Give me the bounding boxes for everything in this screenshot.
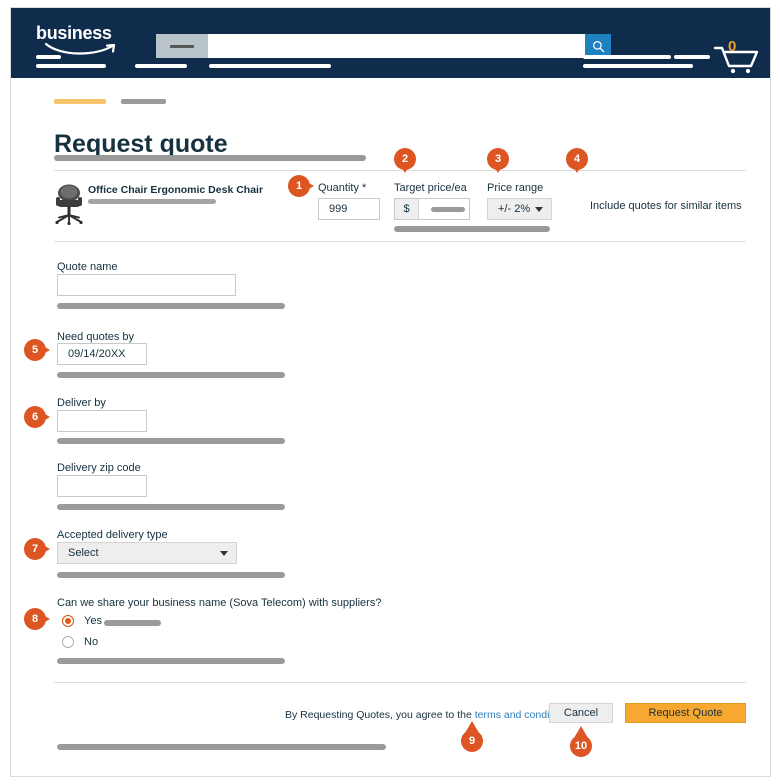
target-price-input[interactable]: $: [394, 198, 470, 220]
radio-no-icon[interactable]: [62, 636, 74, 648]
breadcrumb-inactive[interactable]: [121, 99, 166, 104]
price-range-label: Price range: [487, 182, 544, 194]
nav-placeholder-menu-1[interactable]: [135, 64, 187, 68]
nav-placeholder-menu-2[interactable]: [209, 64, 331, 68]
request-quote-button[interactable]: Request Quote: [625, 703, 746, 723]
chevron-down-icon: [535, 206, 543, 212]
nav-placeholder-orders[interactable]: [674, 55, 710, 59]
callout-number-3: 3: [487, 148, 509, 170]
nav-placeholder-logo-1: [36, 55, 61, 59]
chevron-down-icon-delivery: [220, 550, 228, 556]
delivery-type-helper-placeholder: [57, 572, 285, 578]
terms-agreement-text: By Requesting Quotes, you agree to the t…: [285, 709, 572, 721]
radio-yes-placeholder: [104, 620, 161, 626]
callout-number-10: 10: [570, 735, 592, 757]
target-price-placeholder: [431, 206, 465, 212]
divider-footer: [54, 682, 746, 683]
cancel-button[interactable]: Cancel: [549, 703, 613, 723]
search-category-dropdown[interactable]: [156, 34, 208, 58]
currency-prefix: $: [395, 199, 419, 219]
product-meta-placeholder: [88, 199, 216, 204]
price-range-select[interactable]: +/- 2%: [487, 198, 552, 220]
quote-name-helper-placeholder: [57, 303, 285, 309]
site-header: business 0: [11, 8, 770, 78]
radio-yes-label: Yes: [84, 615, 102, 627]
cart-count-badge: 0: [728, 38, 737, 55]
delivery-type-label: Accepted delivery type: [57, 529, 168, 541]
logo-text: business: [36, 23, 112, 43]
delivery-type-value: Select: [68, 547, 99, 559]
deliver-by-input[interactable]: [57, 410, 147, 432]
need-quotes-by-label: Need quotes by: [57, 331, 135, 343]
search-box[interactable]: [156, 34, 611, 58]
radio-section-helper-placeholder: [57, 658, 285, 664]
divider-after-product: [54, 241, 746, 242]
callout-number-8: 8: [24, 608, 46, 630]
deliver-by-helper-placeholder: [57, 438, 285, 444]
callout-marker-6: 6: [24, 406, 50, 432]
share-name-question: Can we share your business name (Sova Te…: [57, 597, 382, 609]
callout-number-2: 2: [394, 148, 416, 170]
callout-number-4: 4: [566, 148, 588, 170]
screenshot-root: business 0 Request quote Office Chair Er…: [0, 0, 781, 784]
quote-name-label: Quote name: [57, 261, 118, 273]
radio-option-no[interactable]: No: [62, 636, 98, 648]
target-price-label: Target price/ea: [394, 182, 467, 194]
footer-placeholder-bar: [57, 744, 386, 750]
callout-marker-7: 7: [24, 538, 50, 564]
terms-prefix: By Requesting Quotes, you agree to the: [285, 709, 475, 721]
delivery-zip-input[interactable]: [57, 475, 147, 497]
delivery-type-select[interactable]: Select: [57, 542, 237, 564]
price-row-placeholder: [394, 226, 550, 232]
search-icon: [592, 40, 604, 52]
similar-items-text: Include quotes for similar items: [590, 200, 742, 212]
product-name: Office Chair Ergonomic Desk Chair: [88, 184, 264, 196]
callout-marker-5: 5: [24, 339, 50, 365]
amazon-business-logo[interactable]: business: [36, 24, 136, 58]
callout-marker-3: 3: [487, 148, 513, 174]
need-quotes-helper-placeholder: [57, 372, 285, 378]
price-range-value: +/- 2%: [498, 203, 531, 215]
callout-number-6: 6: [24, 406, 46, 428]
callout-marker-2: 2: [394, 148, 420, 174]
callout-marker-9: 9: [461, 721, 487, 752]
need-quotes-by-input[interactable]: 09/14/20XX: [57, 343, 147, 365]
quantity-input[interactable]: 999: [318, 198, 380, 220]
quantity-label: Quantity *: [318, 182, 367, 194]
nav-placeholder-account-1[interactable]: [583, 55, 671, 59]
delivery-zip-label: Delivery zip code: [57, 462, 141, 474]
callout-number-7: 7: [24, 538, 46, 560]
search-input[interactable]: [208, 34, 611, 58]
nav-placeholder-account-2[interactable]: [583, 64, 693, 68]
callout-number-1: 1: [288, 175, 310, 197]
cart-button[interactable]: 0: [713, 38, 761, 76]
quote-name-input[interactable]: [57, 274, 236, 296]
callout-number-9: 9: [461, 730, 483, 752]
radio-yes-icon[interactable]: [62, 615, 74, 627]
product-thumbnail: [55, 184, 83, 225]
callout-marker-8: 8: [24, 608, 50, 634]
callout-marker-10: 10: [570, 726, 596, 757]
nav-placeholder-logo-2: [36, 64, 106, 68]
shopping-cart-icon: [713, 46, 759, 74]
subtitle-placeholder: [54, 155, 366, 161]
radio-no-label: No: [84, 636, 99, 648]
deliver-by-label: Deliver by: [57, 397, 106, 409]
delivery-zip-helper-placeholder: [57, 504, 285, 510]
callout-marker-4: 4: [566, 148, 592, 174]
callout-marker-1: 1: [288, 175, 314, 201]
callout-number-5: 5: [24, 339, 46, 361]
breadcrumb-active[interactable]: [54, 99, 106, 104]
radio-option-yes[interactable]: Yes: [62, 615, 102, 627]
